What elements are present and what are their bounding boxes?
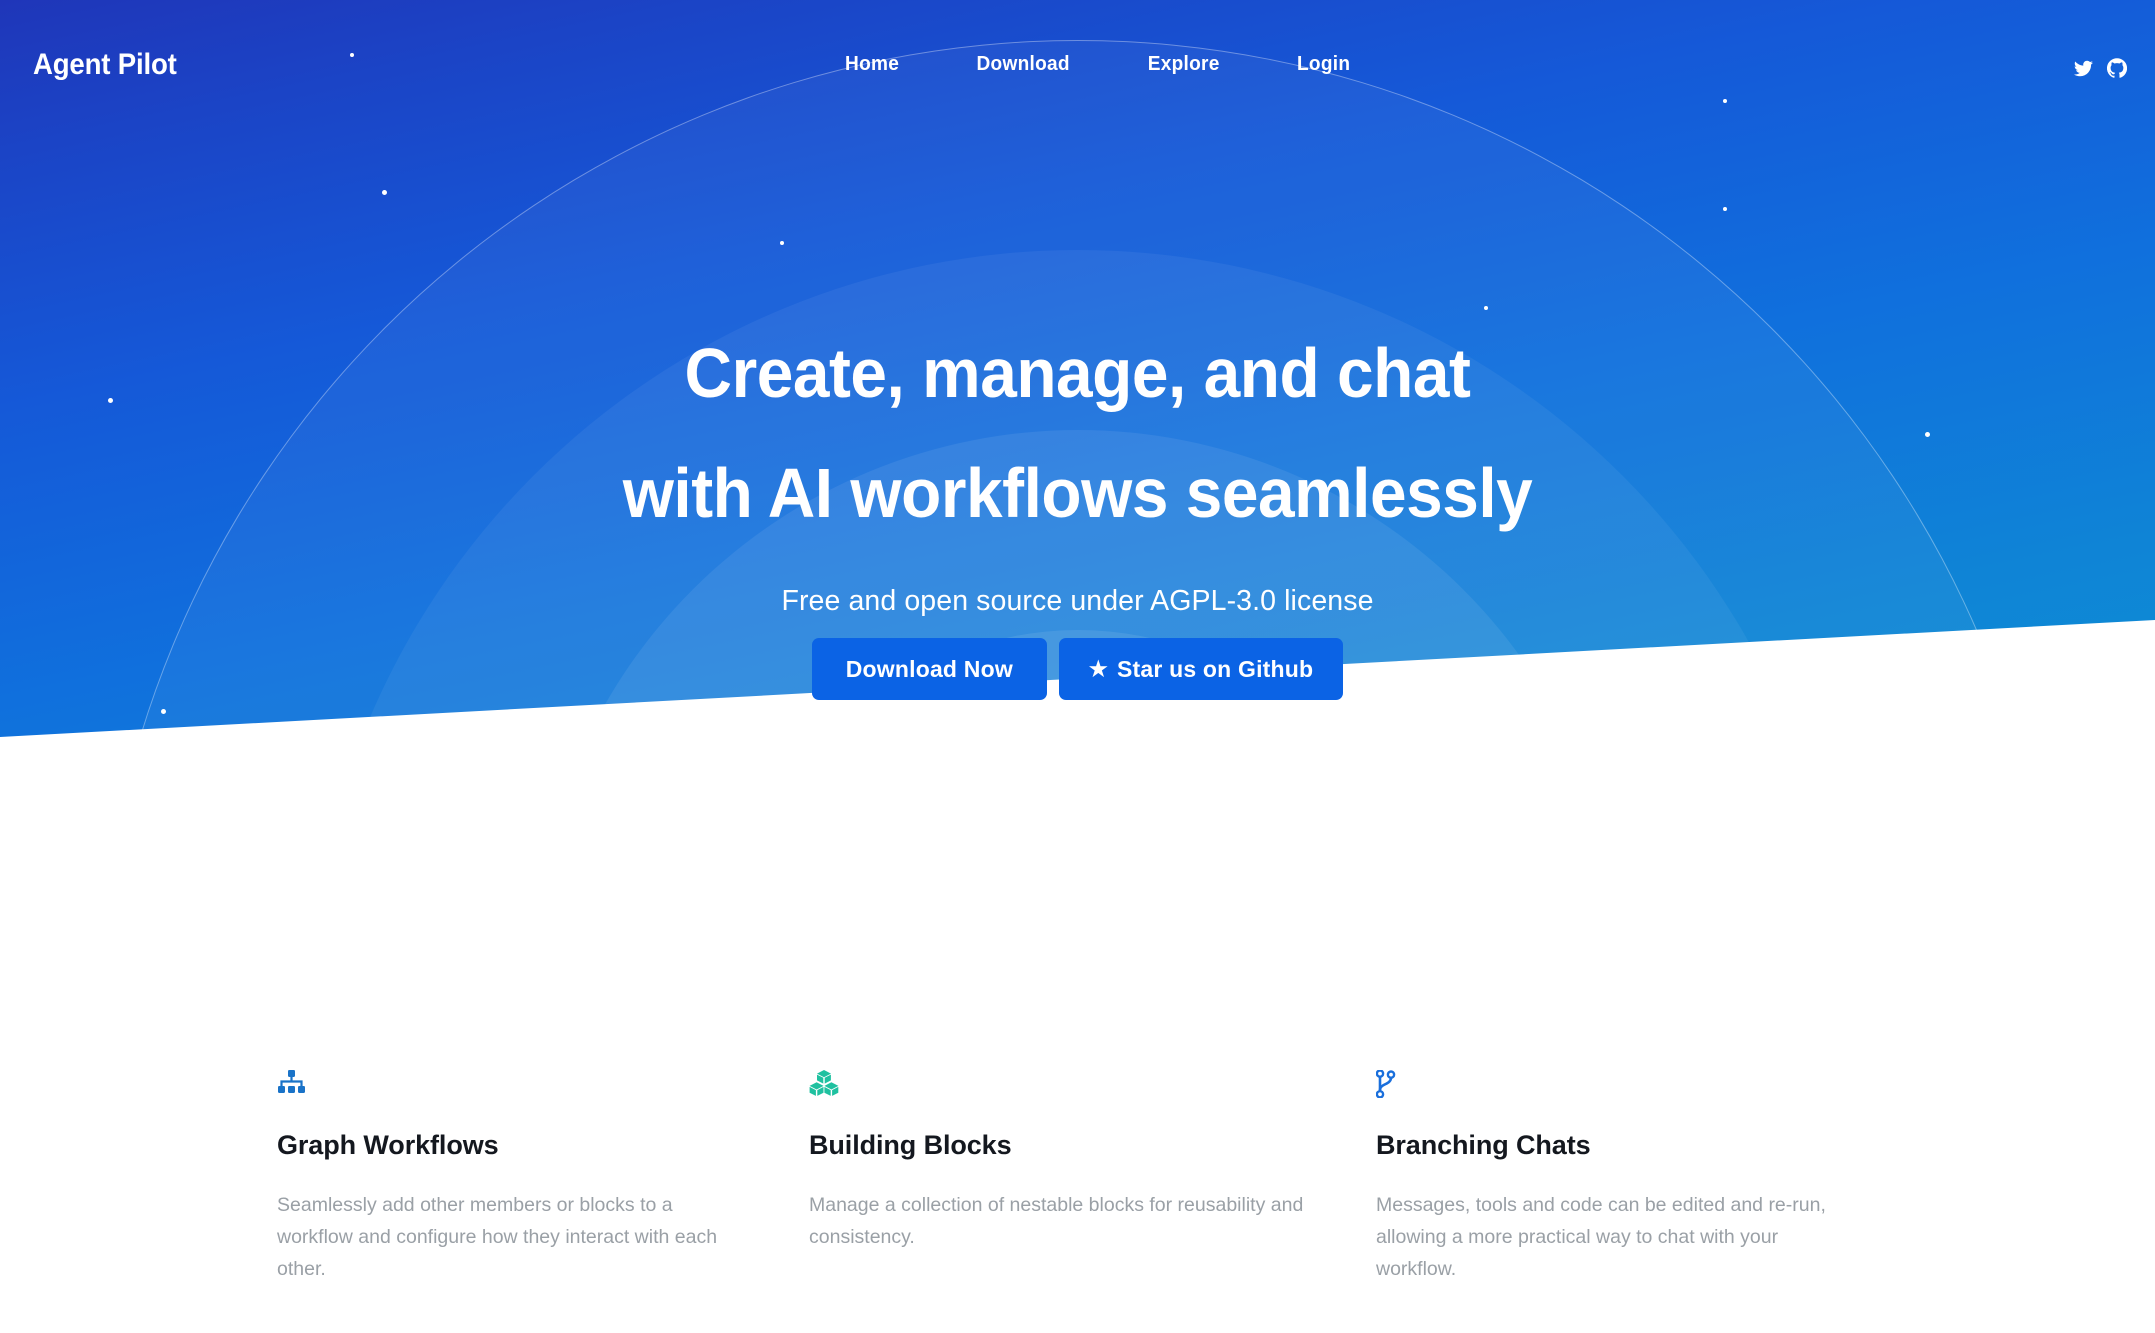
hero-title-line-2: with AI workflows seamlessly bbox=[622, 454, 1533, 532]
nav-explore[interactable]: Explore bbox=[1148, 52, 1220, 76]
features-section: Graph Workflows Seamlessly add other mem… bbox=[0, 1070, 2155, 1285]
hero-title-line-1: Create, manage, and chat bbox=[684, 334, 1471, 412]
feature-card-branching-chats: Branching Chats Messages, tools and code… bbox=[1376, 1070, 1906, 1285]
feature-card-building-blocks: Building Blocks Manage a collection of n… bbox=[809, 1070, 1374, 1285]
sitemap-icon bbox=[277, 1070, 807, 1108]
hero-subtitle: Free and open source under AGPL-3.0 lice… bbox=[781, 585, 1374, 617]
top-navigation-bar: Agent Pilot Home Download Explore Login bbox=[0, 0, 2155, 102]
feature-description: Manage a collection of nestable blocks f… bbox=[809, 1194, 1304, 1248]
nav-download[interactable]: Download bbox=[977, 52, 1070, 76]
star-on-github-label: Star us on Github bbox=[1116, 655, 1314, 682]
github-icon[interactable] bbox=[2107, 58, 2127, 78]
hero-cta-group: Download Now ★ Star us on Github bbox=[0, 638, 2155, 700]
feature-title: Graph Workflows bbox=[277, 1130, 499, 1160]
download-now-button[interactable]: Download Now bbox=[811, 638, 1047, 700]
page-title: Create, manage, and chat with AI workflo… bbox=[65, 313, 2091, 553]
feature-description: Messages, tools and code can be edited a… bbox=[1376, 1194, 1826, 1280]
nav-home[interactable]: Home bbox=[845, 52, 899, 76]
hero-content: Create, manage, and chat with AI workflo… bbox=[0, 0, 2155, 700]
feature-title: Branching Chats bbox=[1376, 1130, 1591, 1160]
feature-card-graph-workflows: Graph Workflows Seamlessly add other mem… bbox=[277, 1070, 807, 1285]
git-branch-icon bbox=[1376, 1070, 1906, 1108]
feature-description: Seamlessly add other members or blocks t… bbox=[277, 1194, 718, 1280]
cubes-icon bbox=[809, 1070, 1374, 1108]
star-on-github-button[interactable]: ★ Star us on Github bbox=[1058, 638, 1344, 700]
twitter-icon[interactable] bbox=[2074, 59, 2093, 78]
decorative-dot bbox=[161, 709, 166, 714]
hero-section: Agent Pilot Home Download Explore Login … bbox=[0, 0, 2155, 820]
social-links bbox=[2074, 58, 2127, 78]
feature-title: Building Blocks bbox=[809, 1130, 1012, 1160]
nav-login[interactable]: Login bbox=[1297, 52, 1350, 76]
star-icon: ★ bbox=[1088, 657, 1108, 681]
main-nav: Home Download Explore Login bbox=[0, 52, 2155, 76]
